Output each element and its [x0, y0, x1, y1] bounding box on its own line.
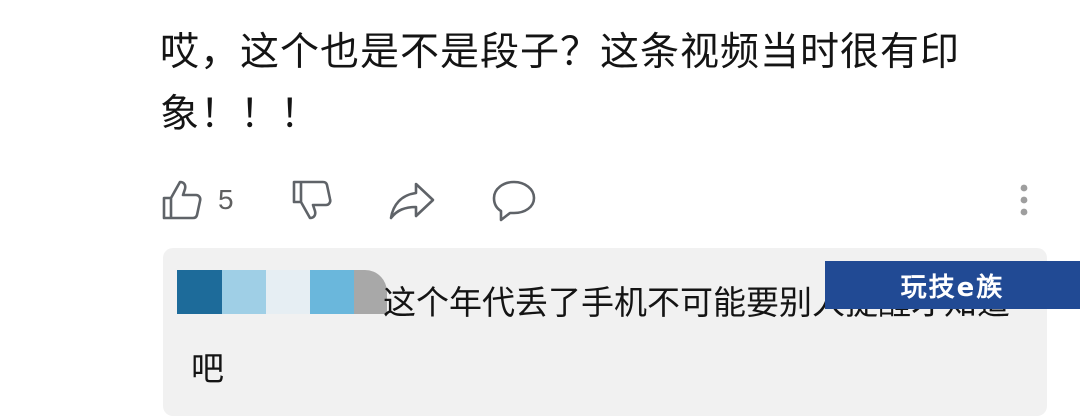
watermark-logo: 玩技e族 — [825, 261, 1080, 309]
share-button[interactable] — [388, 172, 436, 228]
comment-text: 哎，这个也是不是段子？这条视频当时很有印象！！！ — [160, 30, 961, 137]
like-button[interactable]: 5 — [160, 172, 234, 228]
like-count: 5 — [218, 184, 234, 215]
reply-button[interactable] — [490, 172, 538, 228]
comment-icon — [492, 180, 536, 222]
comment-action-bar: 5 — [0, 172, 1080, 228]
watermark-text: 玩技e族 — [900, 272, 1005, 303]
thumbs-up-icon — [162, 180, 202, 220]
dislike-button[interactable] — [290, 172, 334, 228]
more-vertical-icon — [1020, 184, 1028, 216]
more-options-button[interactable] — [1014, 172, 1034, 228]
thumbs-down-icon — [292, 180, 332, 220]
share-icon — [389, 182, 435, 220]
